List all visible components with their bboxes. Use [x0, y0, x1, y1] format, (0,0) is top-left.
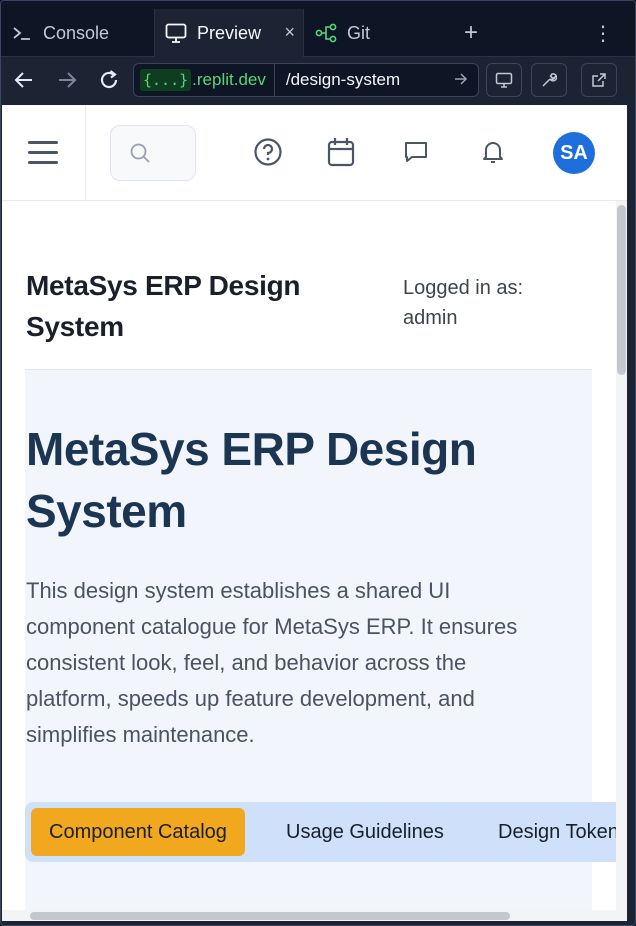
- tab-git[interactable]: Git: [315, 9, 370, 57]
- terminal-icon: [11, 22, 33, 44]
- app-header: SA: [2, 105, 627, 201]
- forward-arrow-icon[interactable]: [52, 65, 82, 95]
- tab-usage-guidelines[interactable]: Usage Guidelines: [286, 808, 444, 856]
- workspace-tab-bar: Console Preview × Git + ⋮: [1, 1, 635, 57]
- search-icon: [130, 143, 150, 163]
- tab-console-label: Console: [43, 22, 110, 43]
- domain-host: .replit.dev: [192, 70, 266, 89]
- url-input[interactable]: {...} .replit.dev /design-system: [133, 63, 479, 97]
- tab-git-label: Git: [347, 22, 371, 43]
- vertical-scrollbar-thumb[interactable]: [617, 205, 626, 375]
- open-new-tab-button[interactable]: [581, 63, 617, 97]
- url-path: /design-system: [285, 70, 401, 89]
- hero-title: MetaSys ERP Design System: [26, 423, 477, 537]
- preview-toolbar: {...} .replit.dev /design-system: [1, 57, 635, 105]
- vertical-scrollbar[interactable]: [616, 201, 627, 921]
- page-title: MetaSys ERP Design System: [26, 270, 301, 342]
- tab-preview-label: Preview: [197, 22, 262, 43]
- hamburger-icon[interactable]: [28, 141, 58, 167]
- back-arrow-icon[interactable]: [9, 65, 39, 95]
- bell-icon[interactable]: [476, 135, 510, 169]
- horizontal-scrollbar-thumb[interactable]: [30, 912, 510, 920]
- avatar[interactable]: SA: [553, 132, 595, 174]
- help-circle-icon[interactable]: [251, 135, 285, 169]
- login-status: Logged in as: admin: [403, 277, 524, 329]
- hero-section: MetaSys ERP Design System This design sy…: [25, 369, 627, 921]
- add-tab-button[interactable]: +: [464, 9, 478, 57]
- calendar-icon[interactable]: [324, 135, 358, 169]
- browser-window: Console Preview × Git + ⋮ {...} .replit.…: [0, 0, 636, 926]
- wrench-icon: [542, 73, 557, 87]
- site-title-block: MetaSys ERP Design System: [26, 265, 326, 347]
- tab-design-tokens[interactable]: Design Tokens: [498, 808, 627, 856]
- message-icon[interactable]: [399, 135, 433, 169]
- more-options-icon[interactable]: ⋮: [593, 9, 613, 57]
- header-divider: [85, 105, 86, 201]
- reload-icon[interactable]: [94, 65, 124, 95]
- devtools-button[interactable]: [531, 63, 567, 97]
- section-tabs: Component Catalog Usage Guidelines Desig…: [25, 802, 627, 862]
- hero-description: This design system establishes a shared …: [26, 578, 518, 747]
- monitor-icon: [495, 72, 513, 88]
- domain-badge: {...}: [140, 69, 192, 91]
- git-branch-icon: [315, 22, 337, 44]
- device-preview-button[interactable]: [486, 63, 522, 97]
- horizontal-scrollbar[interactable]: [2, 910, 616, 921]
- search-input[interactable]: [110, 125, 196, 181]
- url-divider: [273, 63, 275, 97]
- tab-console[interactable]: Console: [11, 9, 109, 57]
- close-icon[interactable]: ×: [284, 23, 295, 41]
- tab-preview[interactable]: Preview ×: [154, 9, 304, 57]
- tab-component-catalog[interactable]: Component Catalog: [31, 808, 245, 856]
- preview-page: SA MetaSys ERP Design System Logged in a…: [2, 105, 627, 921]
- go-arrow-icon[interactable]: [454, 70, 468, 91]
- external-link-icon: [592, 73, 606, 87]
- monitor-icon: [165, 22, 187, 44]
